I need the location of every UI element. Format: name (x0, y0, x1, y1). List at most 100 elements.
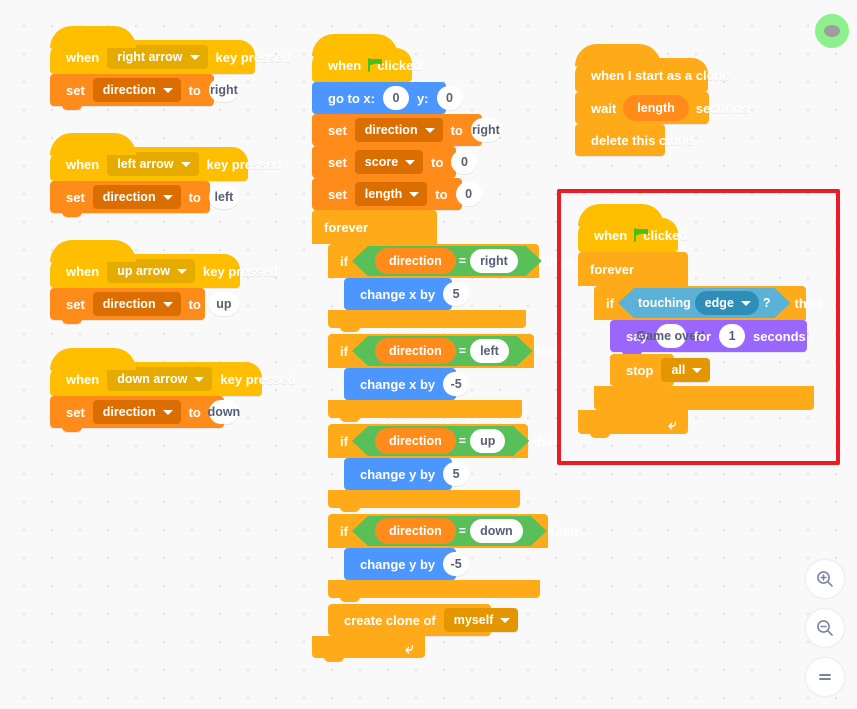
variable-dropdown-direction[interactable]: direction (92, 78, 181, 102)
if-direction-down-block[interactable]: if direction = down then change y by -5 (328, 514, 578, 602)
if-down-arm (328, 548, 344, 580)
set-value-input-right[interactable]: right (208, 78, 239, 102)
zoom-out-button[interactable] (805, 608, 845, 648)
variable-dropdown-direction[interactable]: direction (92, 292, 181, 316)
change-y-by-block-up[interactable]: change y by 5 (344, 458, 470, 494)
script-game-over[interactable]: when clicked forever if touching edge ? … (578, 204, 822, 438)
equals-hex[interactable]: direction = right (352, 246, 542, 276)
when-flag-clicked-hat-gameover[interactable]: when clicked (578, 204, 687, 256)
change-y-by-block-down[interactable]: change y by -5 (344, 548, 470, 584)
variable-dropdown-score[interactable]: score (354, 150, 424, 174)
set-variable-block-up[interactable]: set direction to up (50, 288, 239, 324)
key-dropdown-left[interactable]: left arrow (107, 152, 199, 176)
clicked-label: clicked (377, 57, 422, 73)
when-key-pressed-hat-up[interactable]: when up arrow key pressed (50, 240, 278, 292)
say-message-input[interactable]: Game over! (636, 324, 705, 348)
zoom-in-button[interactable] (805, 559, 845, 599)
variable-reporter-direction[interactable]: direction (375, 338, 456, 364)
script-key-left-arrow[interactable]: when left arrow key pressed set directio… (50, 133, 282, 217)
equals-hex[interactable]: direction = up (352, 426, 529, 456)
script-clone-lifecycle[interactable]: when I start as a clone wait length seco… (575, 44, 749, 156)
if-direction-up-block[interactable]: if direction = up then change y by 5 (328, 424, 561, 512)
set-value-input-left[interactable]: left (208, 185, 239, 209)
variable-reporter-direction[interactable]: direction (375, 428, 456, 454)
say-for-seconds-block[interactable]: say Game over! for 1 seconds (610, 320, 807, 356)
equals-operator-right[interactable]: direction = right (352, 246, 542, 276)
set-value-input-down[interactable]: down (208, 400, 240, 424)
equals-hex[interactable]: direction = down (352, 516, 547, 546)
when-key-pressed-hat-down[interactable]: when down arrow key pressed (50, 348, 296, 400)
variable-reporter-direction[interactable]: direction (375, 248, 456, 274)
set-direction-value-input[interactable]: right (470, 118, 501, 142)
equals-right-input[interactable]: right (470, 249, 518, 273)
delete-this-clone-block[interactable]: delete this clone (575, 124, 693, 156)
if-up-inner[interactable]: change y by 5 (344, 458, 470, 494)
equals-right-input[interactable]: left (470, 339, 509, 363)
set-value-input-up[interactable]: up (208, 292, 239, 316)
if-touching-edge-block[interactable]: if touching edge ? then say Game over! f… (594, 286, 822, 414)
stop-block[interactable]: stop all (610, 354, 711, 386)
if-touching-inner[interactable]: say Game over! for 1 seconds stop all (610, 320, 807, 386)
script-key-up-arrow[interactable]: when up arrow key pressed set direction … (50, 240, 278, 324)
variable-dropdown-length[interactable]: length (354, 182, 428, 206)
touching-target-dropdown[interactable]: edge (695, 291, 759, 315)
set-length-value-input[interactable]: 0 (455, 182, 482, 206)
if-down-inner[interactable]: change y by -5 (344, 548, 470, 584)
change-x-by-block-right[interactable]: change x by 5 (344, 278, 470, 314)
forever-block-main[interactable]: forever if direction = right then change… (312, 210, 578, 662)
go-to-xy-block[interactable]: go to x: 0 y: 0 (312, 82, 463, 118)
variable-reporter-length[interactable]: length (623, 95, 689, 121)
variable-dropdown-direction[interactable]: direction (354, 118, 443, 142)
variable-dropdown-direction[interactable]: direction (92, 185, 181, 209)
touching-hex[interactable]: touching edge ? (618, 288, 791, 318)
zoom-controls[interactable] (805, 559, 845, 697)
forever-inner-stack[interactable]: if touching edge ? then say Game over! f… (594, 286, 822, 414)
set-direction-block[interactable]: set direction to right (312, 114, 501, 150)
forever-inner-stack[interactable]: if direction = right then change x by 5 … (328, 244, 578, 636)
set-variable-block-right[interactable]: set direction to right (50, 74, 239, 110)
change-x-value-input[interactable]: -5 (443, 372, 470, 396)
key-dropdown-right[interactable]: right arrow (107, 45, 208, 69)
when-flag-clicked-hat-main[interactable]: when clicked (312, 34, 421, 86)
equals-hex[interactable]: direction = left (352, 336, 533, 366)
when-start-as-clone-hat[interactable]: when I start as a clone (575, 44, 730, 96)
wait-seconds-block[interactable]: wait length seconds (575, 92, 749, 128)
script-key-right-arrow[interactable]: when right arrow key pressed set directi… (50, 26, 291, 110)
equals-operator-up[interactable]: direction = up (352, 426, 529, 456)
if-direction-right-block[interactable]: if direction = right then change x by 5 (328, 244, 573, 332)
clone-target-dropdown[interactable]: myself (443, 608, 519, 632)
script-main-game-loop[interactable]: when clicked go to x: 0 y: 0 set directi… (312, 34, 578, 662)
equals-right-input[interactable]: down (470, 519, 523, 543)
set-variable-block-down[interactable]: set direction to down (50, 396, 240, 432)
if-direction-left-block[interactable]: if direction = left then change x by -5 (328, 334, 564, 422)
set-variable-block-left[interactable]: set direction to left (50, 181, 239, 217)
set-score-value-input[interactable]: 0 (451, 150, 478, 174)
if-right-inner[interactable]: change x by 5 (344, 278, 470, 314)
change-y-value-input[interactable]: 5 (443, 462, 470, 486)
if-left-inner[interactable]: change x by -5 (344, 368, 470, 404)
change-y-value-input[interactable]: -5 (443, 552, 470, 576)
change-x-value-input[interactable]: 5 (443, 282, 470, 306)
code-workspace[interactable]: when right arrow key pressed set directi… (0, 0, 857, 709)
create-clone-block[interactable]: create clone of myself (328, 604, 519, 636)
touching-operator[interactable]: touching edge ? (618, 288, 791, 318)
when-key-pressed-hat-left[interactable]: when left arrow key pressed (50, 133, 282, 185)
equals-operator-down[interactable]: direction = down (352, 516, 547, 546)
equals-right-input[interactable]: up (470, 429, 505, 453)
go-to-x-input[interactable]: 0 (382, 86, 409, 110)
key-dropdown-down[interactable]: down arrow (107, 367, 213, 391)
variable-reporter-direction[interactable]: direction (375, 518, 456, 544)
go-to-y-input[interactable]: 0 (436, 86, 463, 110)
variable-dropdown-direction[interactable]: direction (92, 400, 181, 424)
equals-operator-left[interactable]: direction = left (352, 336, 533, 366)
set-score-block[interactable]: set score to 0 (312, 146, 478, 182)
zoom-reset-button[interactable] (805, 657, 845, 697)
stop-target-dropdown[interactable]: all (661, 358, 711, 382)
forever-block-gameover[interactable]: forever if touching edge ? then say Game… (578, 252, 822, 438)
when-key-pressed-hat-right[interactable]: when right arrow key pressed (50, 26, 291, 78)
say-seconds-input[interactable]: 1 (719, 324, 746, 348)
set-length-block[interactable]: set length to 0 (312, 178, 482, 214)
key-dropdown-up[interactable]: up arrow (107, 259, 196, 283)
script-key-down-arrow[interactable]: when down arrow key pressed set directio… (50, 348, 296, 432)
change-x-by-block-left[interactable]: change x by -5 (344, 368, 470, 404)
